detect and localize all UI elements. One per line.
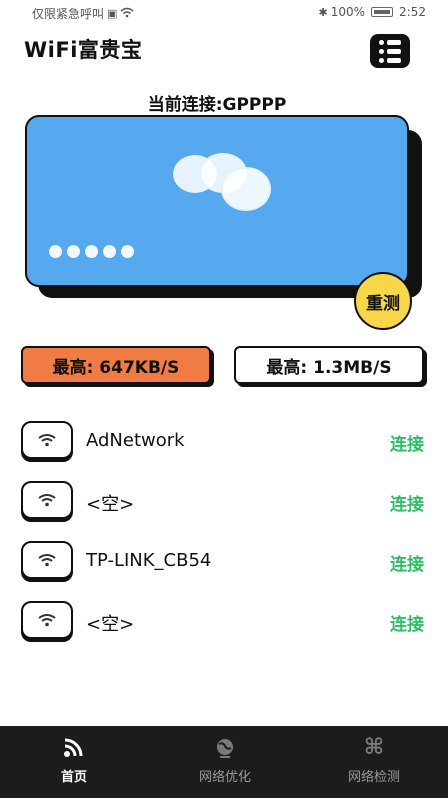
tab-network-optimize[interactable]: 网络优化 xyxy=(150,726,300,798)
battery-icon xyxy=(371,7,394,17)
tab-network-check[interactable]: ⌘ 网络检测 xyxy=(299,726,448,798)
wifi-icon xyxy=(21,541,73,579)
carrier-text: 仅限紧急呼叫 xyxy=(32,7,105,21)
wifi-list-item[interactable]: <空> 连接 xyxy=(0,601,448,645)
wifi-icon xyxy=(21,481,73,519)
tab-label: 网络检测 xyxy=(347,770,400,785)
status-bar: 仅限紧急呼叫 ▣ ✱ 100% 2:52 xyxy=(0,0,448,26)
wifi-icon xyxy=(21,601,73,639)
wifi-icon xyxy=(0,736,148,760)
tab-label: 首页 xyxy=(60,770,87,785)
wifi-name: <空> xyxy=(86,614,135,635)
wifi-list-item[interactable]: AdNetwork 连接 xyxy=(0,421,448,465)
status-left: 仅限紧急呼叫 ▣ xyxy=(32,5,134,22)
connect-button[interactable]: 连接 xyxy=(390,610,424,635)
loading-dots xyxy=(49,245,134,258)
tab-home[interactable]: 首页 xyxy=(0,726,148,798)
wifi-icon xyxy=(21,421,73,459)
wifi-signal-icon xyxy=(120,7,134,21)
app-title: WiFi富贵宝 xyxy=(24,38,143,62)
speed-card xyxy=(25,115,409,287)
max-speed-badge-1: 最高: 647KB/S xyxy=(21,346,211,384)
wifi-name: <空> xyxy=(86,494,135,515)
retest-button[interactable]: 重测 xyxy=(354,272,412,330)
wifi-list-item[interactable]: <空> 连接 xyxy=(0,481,448,525)
bluetooth-icon: ✱ xyxy=(318,5,328,19)
grid-list-icon xyxy=(379,39,401,45)
connect-button[interactable]: 连接 xyxy=(390,490,424,515)
current-connection-label: 当前连接:GPPPP xyxy=(147,95,287,115)
bottom-tab-bar: 首页 网络优化 ⌘ 网络检测 xyxy=(0,726,448,798)
sim-icon: ▣ xyxy=(107,7,118,20)
status-right: ✱ 100% 2:52 xyxy=(319,5,426,19)
menu-button[interactable] xyxy=(370,34,410,68)
wifi-name: TP-LINK_CB54 xyxy=(86,550,212,571)
connect-button[interactable]: 连接 xyxy=(390,430,424,455)
wifi-name: AdNetwork xyxy=(86,430,185,451)
cloud-bubble xyxy=(221,167,271,211)
clock: 2:52 xyxy=(399,5,426,19)
globe-icon xyxy=(150,736,300,760)
tab-label: 网络优化 xyxy=(198,770,251,785)
connect-button[interactable]: 连接 xyxy=(390,550,424,575)
battery-percent: 100% xyxy=(330,5,366,19)
max-speed-badge-2: 最高: 1.3MB/S xyxy=(234,346,424,384)
command-icon: ⌘ xyxy=(363,735,385,760)
wifi-list-item[interactable]: TP-LINK_CB54 连接 xyxy=(0,541,448,585)
